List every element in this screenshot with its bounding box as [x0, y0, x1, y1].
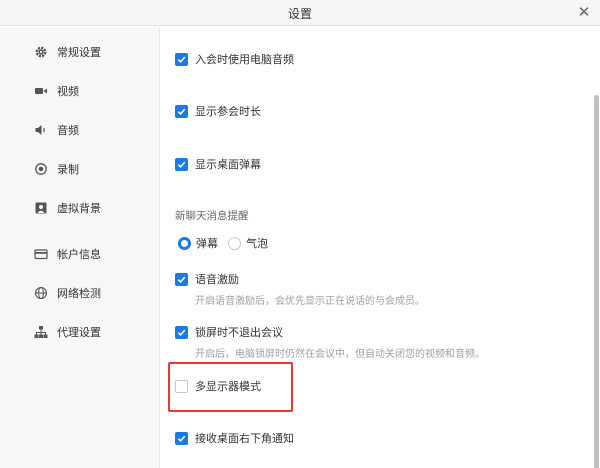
sidebar-item-proxy[interactable]: 代理设置	[0, 317, 159, 347]
sidebar-item-account[interactable]: 帐户信息	[0, 239, 159, 269]
setting-desktop-notifications[interactable]: 接收桌面右下角通知	[175, 430, 294, 446]
setting-label: 锁屏时不退出会议	[195, 326, 283, 339]
sidebar-item-label: 录制	[57, 163, 79, 176]
setting-label: 接收桌面右下角通知	[195, 432, 294, 445]
title-bar: 设置 ✕	[0, 0, 600, 26]
setting-lock-screen-stay[interactable]: 锁屏时不退出会议	[175, 324, 283, 340]
general-settings-panel: 入会时使用电脑音频 显示参会时长 显示桌面弹幕 新聊天消息提醒 弹幕 气泡 语音…	[161, 27, 593, 468]
sidebar-item-label: 常规设置	[57, 46, 101, 59]
id-card-icon	[34, 247, 48, 261]
new-chat-prompt-options: 弹幕 气泡	[178, 235, 278, 251]
scrollbar-thumb[interactable]	[594, 95, 599, 468]
video-camera-icon	[34, 84, 48, 98]
speaker-icon	[34, 123, 48, 137]
setting-use-computer-audio[interactable]: 入会时使用电脑音频	[175, 51, 294, 67]
barrage-radio[interactable]	[178, 236, 191, 250]
show-meeting-duration-checkbox[interactable]	[175, 104, 188, 118]
close-icon[interactable]: ✕	[576, 4, 592, 20]
sidebar-item-video[interactable]: 视频	[0, 76, 159, 106]
bubble-radio[interactable]	[228, 236, 241, 250]
multi-monitor-mode-checkbox[interactable]	[175, 379, 188, 393]
show-desktop-barrage-checkbox[interactable]	[175, 157, 188, 171]
voice-motivation-description: 开启语音激励后，会优先显示正在说话的与会成员。	[195, 296, 425, 307]
use-computer-audio-checkbox[interactable]	[175, 52, 188, 66]
sidebar-item-general[interactable]: 常规设置	[0, 37, 159, 67]
radio-label: 气泡	[246, 237, 268, 250]
sidebar: 常规设置 视频 音频 录制 虚拟背景 帐户信息 网络检测 代理设置	[0, 27, 160, 468]
virtual-background-icon	[34, 201, 48, 215]
desktop-notifications-checkbox[interactable]	[175, 431, 188, 445]
setting-label: 显示桌面弹幕	[195, 158, 261, 171]
setting-label: 多显示器模式	[195, 380, 261, 393]
globe-icon	[34, 286, 48, 300]
content-scrollbar[interactable]	[593, 27, 600, 468]
lock-screen-stay-checkbox[interactable]	[175, 325, 188, 339]
radio-label: 弹幕	[196, 237, 218, 250]
setting-show-meeting-duration[interactable]: 显示参会时长	[175, 103, 261, 119]
network-tree-icon	[34, 325, 48, 339]
setting-label: 语音激励	[195, 273, 239, 286]
gear-icon	[34, 45, 48, 59]
sidebar-item-audio[interactable]: 音频	[0, 115, 159, 145]
sidebar-item-label: 代理设置	[57, 326, 101, 339]
sidebar-item-label: 音频	[57, 124, 79, 137]
setting-multi-monitor-mode[interactable]: 多显示器模式	[175, 378, 261, 394]
sidebar-item-record[interactable]: 录制	[0, 154, 159, 184]
sidebar-item-label: 虚拟背景	[57, 202, 101, 215]
setting-label: 入会时使用电脑音频	[195, 53, 294, 66]
sidebar-item-label: 网络检测	[57, 287, 101, 300]
new-chat-prompt-label: 新聊天消息提醒	[175, 210, 249, 222]
sidebar-item-virtual-background[interactable]: 虚拟背景	[0, 193, 159, 223]
record-icon	[34, 162, 48, 176]
setting-voice-motivation[interactable]: 语音激励	[175, 271, 239, 287]
setting-show-desktop-barrage[interactable]: 显示桌面弹幕	[175, 156, 261, 172]
window-title: 设置	[287, 7, 312, 21]
voice-motivation-checkbox[interactable]	[175, 272, 188, 286]
sidebar-item-label: 视频	[57, 85, 79, 98]
setting-label: 显示参会时长	[195, 105, 261, 118]
sidebar-item-label: 帐户信息	[57, 248, 101, 261]
sidebar-item-network-test[interactable]: 网络检测	[0, 278, 159, 308]
lock-screen-stay-description: 开启后，电脑锁屏时仍然在会议中，但自动关闭您的视频和音频。	[195, 349, 485, 360]
